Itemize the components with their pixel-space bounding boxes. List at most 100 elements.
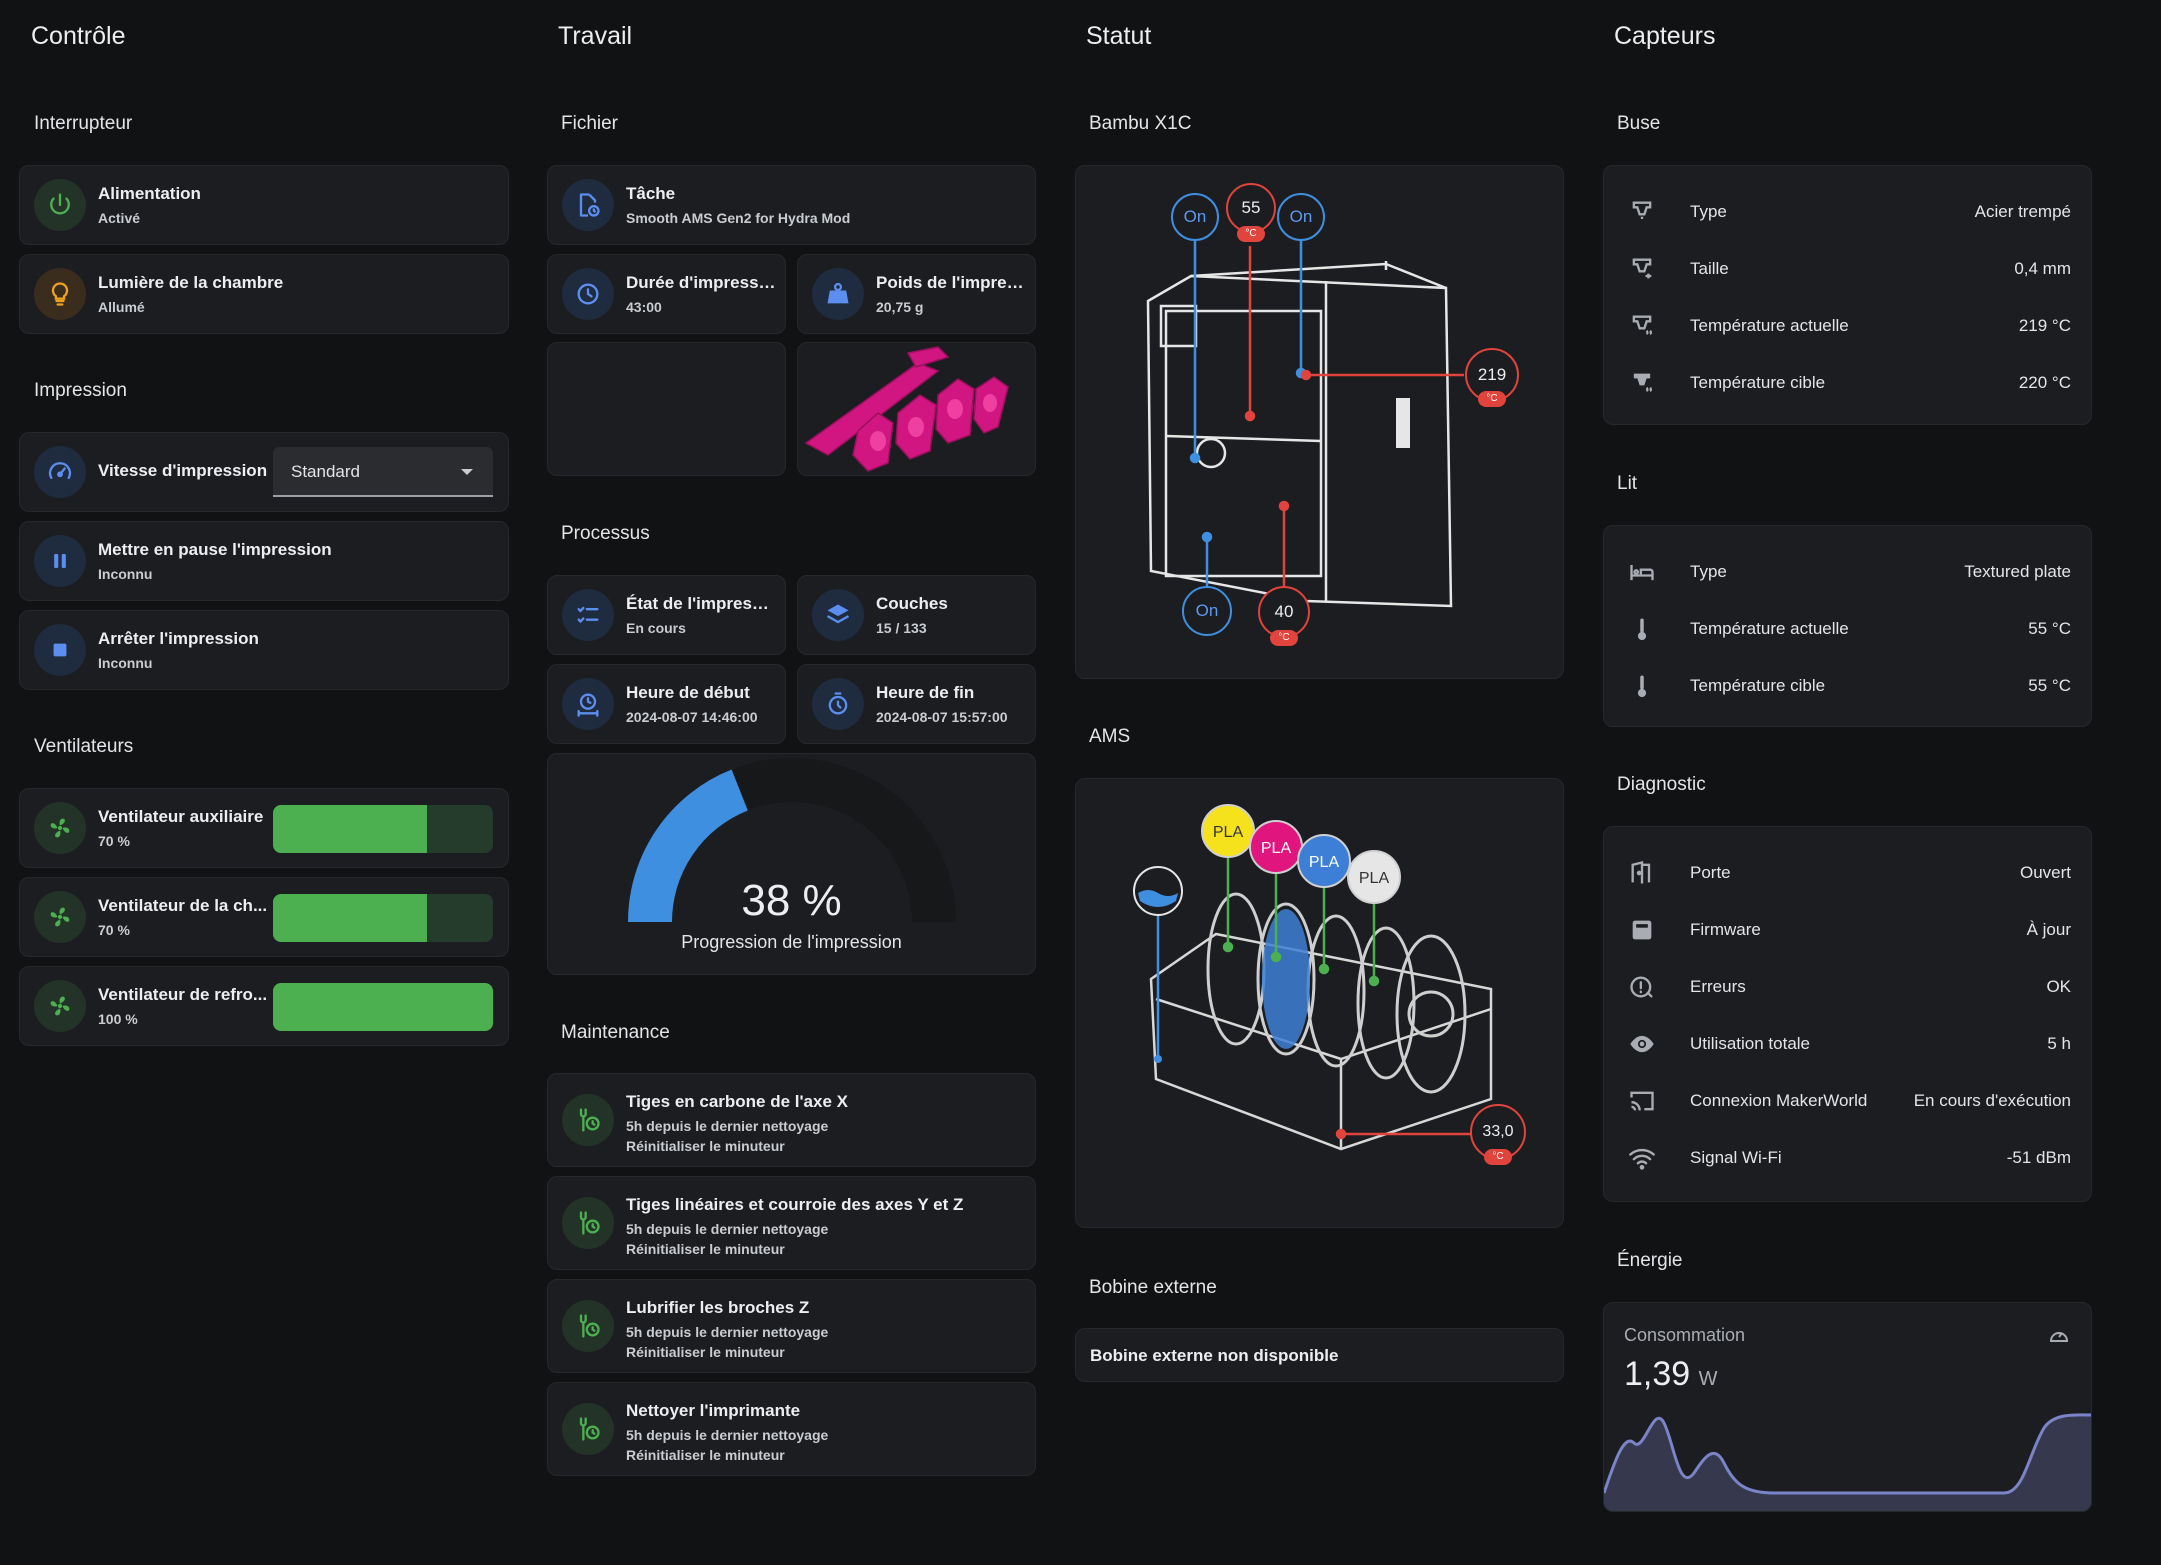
printer-bed (1165, 434, 1322, 443)
connector-dot (1270, 951, 1282, 963)
start-time-value: 2024-08-07 14:46:00 (626, 709, 758, 725)
energy-card[interactable]: Consommation 1,39 W (1603, 1302, 2092, 1512)
fan-slider[interactable] (273, 805, 493, 853)
connector-dot (1189, 452, 1201, 464)
maintenance-name: Tiges en carbone de l'axe X (626, 1092, 848, 1111)
section-title-buse: Buse (1617, 113, 1661, 134)
nozzle-size-icon (1632, 258, 1652, 279)
fan-slider-fill (273, 894, 427, 942)
sensor-row[interactable]: Firmware À jour (1604, 902, 2091, 958)
connector-dot (1318, 963, 1330, 975)
maintenance-item[interactable]: Tiges linéaires et courroie des axes Y e… (547, 1176, 1036, 1270)
fan-slider[interactable] (273, 894, 493, 942)
column-title-controle: Contrôle (31, 22, 126, 50)
maintenance-since: 5h depuis le dernier nettoyage (626, 1324, 829, 1340)
sensor-row[interactable]: Type Acier trempé (1604, 184, 2091, 240)
maintenance-reset-link[interactable]: Réinitialiser le minuteur (626, 1138, 785, 1154)
sensor-row[interactable]: Type Textured plate (1604, 544, 2091, 600)
sensor-row[interactable]: Taille 0,4 mm (1604, 241, 2091, 297)
cover-image-empty (547, 342, 786, 476)
chamber-light-state: Allumé (98, 299, 145, 315)
lightbulb-icon (34, 268, 86, 320)
maintenance-item[interactable]: Tiges en carbone de l'axe X 5h depuis le… (547, 1073, 1036, 1167)
clock-start-icon (562, 678, 614, 730)
alert-icon (1630, 976, 1653, 998)
ams-slot-label: PLA (1359, 870, 1390, 887)
layers-tile[interactable]: Couches 15 / 133 (797, 575, 1036, 655)
fan-value: 70 % (98, 833, 130, 849)
pause-print-label: Mettre en pause l'impression (98, 540, 332, 559)
eye-icon (1630, 1035, 1654, 1053)
print-speed-tile: Vitesse d'impression Standard (19, 432, 509, 512)
active-spool (1262, 909, 1310, 1049)
bed-icon (1630, 565, 1654, 581)
layers-icon (812, 589, 864, 641)
fan-slider-fill (273, 805, 427, 853)
sensor-label: Température cible (1690, 676, 1826, 695)
print-speed-label: Vitesse d'impression (98, 461, 268, 480)
power-tile[interactable]: Alimentation Activé (19, 165, 509, 245)
firmware-icon (1632, 920, 1652, 940)
print-duration-tile[interactable]: Durée d'impression 43:00 (547, 254, 786, 334)
print-state-tile[interactable]: État de l'impressi... En cours (547, 575, 786, 655)
bed-temp-unit: °C (1237, 226, 1265, 242)
wrench-clock-icon (562, 1403, 614, 1455)
maintenance-reset-link[interactable]: Réinitialiser le minuteur (626, 1241, 785, 1257)
sensor-value: -51 dBm (2006, 1148, 2071, 1167)
chamber-light-tile[interactable]: Lumière de la chambre Allumé (19, 254, 509, 334)
pause-print-tile[interactable]: Mettre en pause l'impression Inconnu (19, 521, 509, 601)
printer-illustration (1146, 238, 1464, 608)
print-weight-tile[interactable]: Poids de l'impres... 20,75 g (797, 254, 1036, 334)
task-label: Tâche (626, 184, 676, 203)
model-preview-image (804, 346, 1009, 472)
sensor-row[interactable]: Connexion MakerWorld En cours d'exécutio… (1604, 1073, 2091, 1129)
ams-card: PLA PLA PLA PLA 33,0 °C (1075, 778, 1564, 1228)
section-title-fichier: Fichier (561, 113, 619, 134)
humidity-badge (1133, 866, 1183, 916)
sensor-label: Firmware (1690, 920, 1761, 939)
spool (1206, 892, 1266, 1046)
sensor-label: Température actuelle (1690, 619, 1849, 638)
column-title-statut: Statut (1086, 22, 1152, 50)
spool (1395, 934, 1467, 1094)
printer-status-card: On 55 °C On 219 °C On 40 °C (1075, 165, 1564, 679)
sensor-row[interactable]: Porte Ouvert (1604, 845, 2091, 901)
fan-label: Ventilateur de refro... (98, 985, 268, 1004)
print-speed-select[interactable]: Standard (273, 447, 493, 497)
stop-print-tile[interactable]: Arrêter l'impression Inconnu (19, 610, 509, 690)
chamber-temp-unit: °C (1270, 630, 1298, 646)
connector-dot (1278, 500, 1290, 512)
sensor-row[interactable]: Température actuelle 219 °C (1604, 298, 2091, 354)
layers-label: Couches (876, 594, 948, 613)
sensor-value: Textured plate (1964, 562, 2071, 581)
start-time-tile[interactable]: Heure de début 2024-08-07 14:46:00 (547, 664, 786, 744)
spool (1356, 926, 1416, 1080)
sensor-value: 0,4 mm (2014, 259, 2071, 278)
sensor-row[interactable]: Utilisation totale 5 h (1604, 1016, 2091, 1072)
maintenance-item[interactable]: Lubrifier les broches Z 5h depuis le der… (547, 1279, 1036, 1373)
section-title-impression: Impression (34, 380, 127, 401)
end-time-tile[interactable]: Heure de fin 2024-08-07 15:57:00 (797, 664, 1036, 744)
sensor-value: 220 °C (2018, 373, 2071, 392)
maintenance-reset-link[interactable]: Réinitialiser le minuteur (626, 1344, 785, 1360)
status-on-badge: On (1182, 586, 1232, 636)
fan-label: Ventilateur de la ch... (98, 896, 268, 915)
task-tile[interactable]: Tâche Smooth AMS Gen2 for Hydra Mod (547, 165, 1036, 245)
task-value: Smooth AMS Gen2 for Hydra Mod (626, 210, 851, 226)
bambu-logo (1396, 398, 1410, 448)
sensor-row[interactable]: Signal Wi-Fi -51 dBm (1604, 1130, 2091, 1186)
timer-icon (562, 268, 614, 320)
sensor-row[interactable]: Température cible 220 °C (1604, 355, 2091, 411)
fan-slider[interactable] (273, 983, 493, 1031)
maintenance-since: 5h depuis le dernier nettoyage (626, 1427, 829, 1443)
maintenance-item[interactable]: Nettoyer l'imprimante 5h depuis le derni… (547, 1382, 1036, 1476)
section-title-ventilateurs: Ventilateurs (34, 736, 134, 757)
maintenance-reset-link[interactable]: Réinitialiser le minuteur (626, 1447, 785, 1463)
sensor-label: Signal Wi-Fi (1690, 1148, 1782, 1167)
sensor-value: Ouvert (2019, 863, 2071, 882)
sensor-row[interactable]: Erreurs OK (1604, 959, 2091, 1015)
print-state-label: État de l'impressi... (626, 594, 776, 613)
sensor-value: À jour (2026, 920, 2071, 939)
sensor-row[interactable]: Température actuelle 55 °C (1604, 601, 2091, 657)
sensor-row[interactable]: Température cible 55 °C (1604, 658, 2091, 714)
